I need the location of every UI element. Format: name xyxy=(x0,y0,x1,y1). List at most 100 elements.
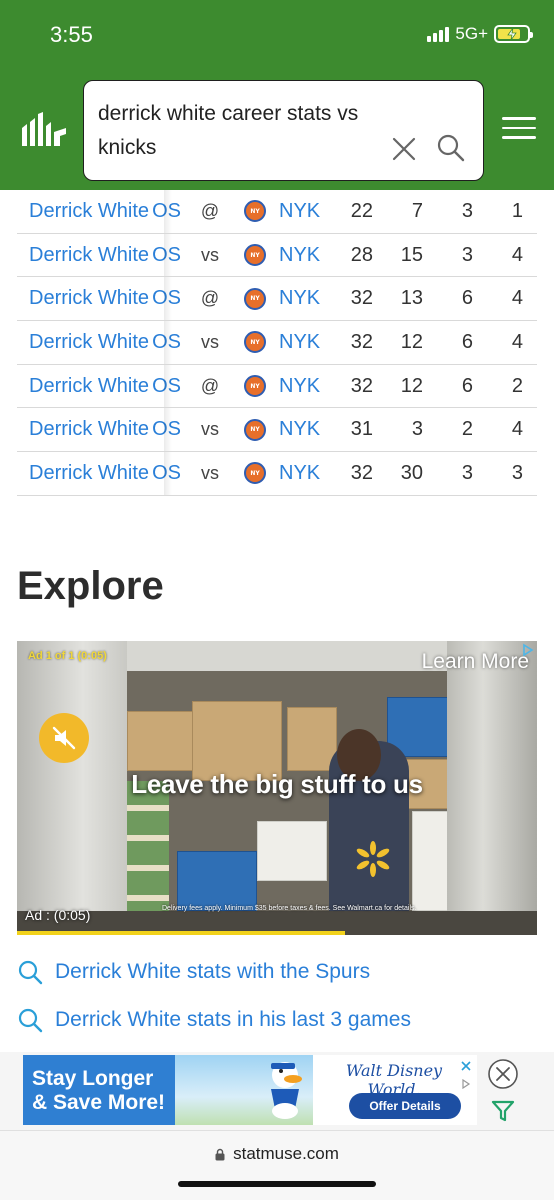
search-icon xyxy=(18,960,43,985)
battery-icon xyxy=(494,25,533,43)
stat-cell: 4 xyxy=(511,287,523,310)
ad-counter: Ad 1 of 1 (0:05) xyxy=(28,650,107,662)
player-name-link[interactable]: Derrick White xyxy=(29,408,164,451)
hamburger-menu-icon[interactable] xyxy=(502,117,536,141)
related-search-item[interactable]: Derrick White stats in his last 3 games xyxy=(17,1000,537,1040)
walmart-spark-icon xyxy=(356,841,390,877)
table-row: Derrick WhiteOSvsNYK281534NY xyxy=(17,233,537,278)
game-location-cell: @ xyxy=(200,288,220,309)
status-time: 3:55 xyxy=(50,22,93,47)
stat-cell: 32 xyxy=(350,287,373,310)
home-indicator[interactable] xyxy=(178,1181,376,1187)
url-display[interactable]: statmuse.com xyxy=(0,1144,554,1164)
opponent-link[interactable]: NYK xyxy=(279,321,327,364)
ad-choices-icon[interactable] xyxy=(461,1079,471,1089)
stat-cell: 15 xyxy=(400,243,423,266)
knicks-logo-icon: NY xyxy=(243,277,267,320)
knicks-logo-icon: NY xyxy=(243,321,267,364)
search-icon[interactable] xyxy=(436,133,466,163)
ad-choices-icon[interactable] xyxy=(521,643,535,657)
stat-cell: 4 xyxy=(511,243,523,266)
offer-details-button[interactable]: Offer Details xyxy=(349,1093,461,1119)
player-name-link[interactable]: Derrick White xyxy=(29,321,164,364)
stat-cell: 7 xyxy=(411,199,423,222)
stat-cell: 28 xyxy=(350,243,373,266)
stat-cell: 2 xyxy=(461,418,473,441)
ad-progress-bar xyxy=(17,931,345,935)
knicks-logo-icon: NY xyxy=(243,365,267,408)
lock-icon xyxy=(215,1148,225,1160)
banner-image xyxy=(175,1055,313,1125)
knicks-logo-icon: NY xyxy=(243,190,267,233)
game-location-cell: vs xyxy=(201,462,219,483)
browser-address-bar[interactable]: statmuse.com xyxy=(0,1130,554,1200)
stat-cell: 32 xyxy=(350,374,373,397)
search-icon xyxy=(18,1008,43,1033)
ad-time-remaining: Ad : (0:05) xyxy=(25,907,91,923)
signal-icon xyxy=(427,26,450,42)
close-ad-icon[interactable] xyxy=(487,1058,519,1090)
opponent-link[interactable]: NYK xyxy=(279,408,327,451)
stat-cell: 3 xyxy=(511,461,523,484)
muted-speaker-icon xyxy=(52,726,76,750)
opponent-link[interactable]: NYK xyxy=(279,234,327,277)
statmuse-logo-icon[interactable] xyxy=(20,112,68,146)
opponent-link[interactable]: NYK xyxy=(279,190,327,233)
stat-cell: 6 xyxy=(461,374,473,397)
ad-headline: Leave the big stuff to us xyxy=(131,769,423,799)
stat-cell: 30 xyxy=(400,461,423,484)
stat-cell: 6 xyxy=(461,330,473,353)
player-name-link[interactable]: Derrick White xyxy=(29,190,164,233)
player-name-link[interactable]: Derrick White xyxy=(29,234,164,277)
stat-cell: 22 xyxy=(350,199,373,222)
game-location-cell: @ xyxy=(200,200,220,221)
table-row: Derrick WhiteOS@NYK22731NY xyxy=(17,190,537,234)
banner-headline-line1: Stay Longer xyxy=(32,1067,154,1090)
banner-brand-panel: Walt Disney World. Offer Details xyxy=(313,1055,477,1125)
close-icon[interactable] xyxy=(390,135,418,163)
banner-ad-area: Stay Longer & Save More! Walt Disney Wor… xyxy=(0,1052,554,1130)
close-icon[interactable] xyxy=(458,1058,474,1074)
stat-cell: 4 xyxy=(511,418,523,441)
game-location-cell: vs xyxy=(201,244,219,265)
opponent-link[interactable]: NYK xyxy=(279,452,327,495)
player-name-link[interactable]: Derrick White xyxy=(29,452,164,495)
donald-duck-icon xyxy=(271,1062,302,1119)
video-ad[interactable]: Ad 1 of 1 (0:05) Learn More Leave the bi… xyxy=(17,641,537,935)
promo-filter-icon[interactable] xyxy=(490,1098,516,1124)
app-header: 3:55 5G+ derrick white career stats vs k… xyxy=(0,0,554,190)
table-row: Derrick WhiteOS@NYK321364NY xyxy=(17,277,537,322)
stat-cell: 1 xyxy=(511,199,523,222)
stat-cell: 3 xyxy=(461,461,473,484)
stat-cell: 3 xyxy=(461,243,473,266)
stat-cell: 12 xyxy=(400,374,423,397)
disney-banner-ad[interactable]: Stay Longer & Save More! Walt Disney Wor… xyxy=(23,1055,477,1125)
game-location-cell: @ xyxy=(200,375,220,396)
knicks-logo-icon: NY xyxy=(243,452,267,495)
table-row: Derrick WhiteOSvsNYK323033NY xyxy=(17,452,537,496)
stat-cell: 4 xyxy=(511,330,523,353)
player-name-link[interactable]: Derrick White xyxy=(29,277,164,320)
table-row: Derrick WhiteOSvsNYK31324NY xyxy=(17,408,537,453)
opponent-link[interactable]: NYK xyxy=(279,277,327,320)
learn-more-link[interactable]: Learn More xyxy=(422,650,529,674)
stat-cell: 31 xyxy=(350,418,373,441)
search-input[interactable]: derrick white career stats vs knicks xyxy=(98,97,388,165)
stat-cell: 32 xyxy=(350,461,373,484)
opponent-link[interactable]: NYK xyxy=(279,365,327,408)
stat-cell: 3 xyxy=(411,418,423,441)
table-row: Derrick WhiteOS@NYK321262NY xyxy=(17,364,537,409)
stat-cell: 12 xyxy=(400,330,423,353)
knicks-logo-icon: NY xyxy=(243,408,267,451)
related-search-item[interactable]: Derrick White stats with the Spurs xyxy=(17,952,537,992)
stat-cell: 32 xyxy=(350,330,373,353)
explore-heading: Explore xyxy=(17,564,164,608)
stat-cell: 3 xyxy=(461,199,473,222)
banner-headline: Stay Longer & Save More! xyxy=(32,1067,165,1115)
related-search-label[interactable]: Derrick White stats in his last 3 games xyxy=(55,1008,411,1032)
stat-cell: 13 xyxy=(400,287,423,310)
related-search-label[interactable]: Derrick White stats with the Spurs xyxy=(55,960,370,984)
mute-button[interactable] xyxy=(39,713,89,763)
player-name-link[interactable]: Derrick White xyxy=(29,365,164,408)
search-bar[interactable]: derrick white career stats vs knicks xyxy=(83,80,484,181)
